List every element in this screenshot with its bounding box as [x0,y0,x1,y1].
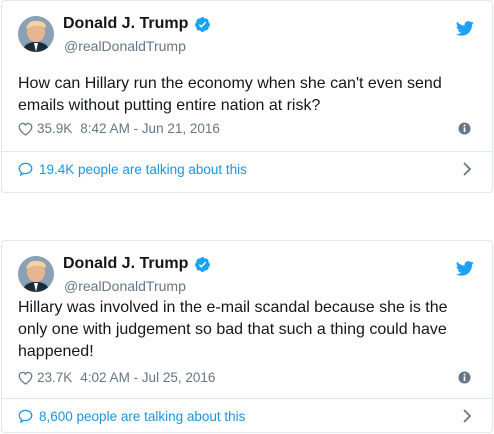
author-name[interactable]: Donald J. Trump [63,255,211,273]
tweet-text: Hillary was involved in the e-mail scand… [18,299,448,360]
info-icon[interactable] [458,371,471,384]
conversation-text[interactable]: 19.4K people are talking about this [39,162,247,177]
tweet-card[interactable]: Donald J. Trump @realDonaldTrump Hillary… [1,240,493,433]
tweet-meta: 23.7K 4:02 AM - Jul 25, 2016 [18,370,215,385]
chevron-right-icon[interactable] [462,162,472,176]
conversation-text[interactable]: 8,600 people are talking about this [39,409,245,424]
verified-badge-icon [195,16,211,32]
avatar[interactable] [18,16,54,52]
tweet-text: How can Hillary run the economy when she… [18,75,442,114]
author-handle[interactable]: @realDonaldTrump [64,278,186,294]
info-icon[interactable] [458,122,471,135]
like-count[interactable]: 35.9K [37,121,72,136]
verified-badge-icon [195,256,211,272]
speech-bubble-icon [18,409,33,423]
author-name-text[interactable]: Donald J. Trump [63,255,188,273]
tweet-timestamp[interactable]: 8:42 AM - Jun 21, 2016 [80,121,220,136]
heart-icon[interactable] [18,122,33,136]
like-count[interactable]: 23.7K [37,370,72,385]
author-name[interactable]: Donald J. Trump [63,15,211,33]
avatar[interactable] [18,256,54,292]
conversation-link[interactable]: 8,600 people are talking about this [18,406,476,426]
heart-icon[interactable] [18,371,33,385]
speech-bubble-icon [18,162,33,176]
twitter-bird-icon[interactable] [456,21,474,36]
divider [2,151,492,152]
tweet-card[interactable]: Donald J. Trump @realDonaldTrump How can… [1,0,493,193]
twitter-bird-icon[interactable] [456,261,474,276]
chevron-right-icon[interactable] [462,409,472,423]
tweet-timestamp[interactable]: 4:02 AM - Jul 25, 2016 [80,370,215,385]
conversation-link[interactable]: 19.4K people are talking about this [18,159,476,179]
author-name-text[interactable]: Donald J. Trump [63,15,188,33]
tweet-meta: 35.9K 8:42 AM - Jun 21, 2016 [18,121,220,136]
divider [2,398,492,399]
author-handle[interactable]: @realDonaldTrump [64,38,186,54]
